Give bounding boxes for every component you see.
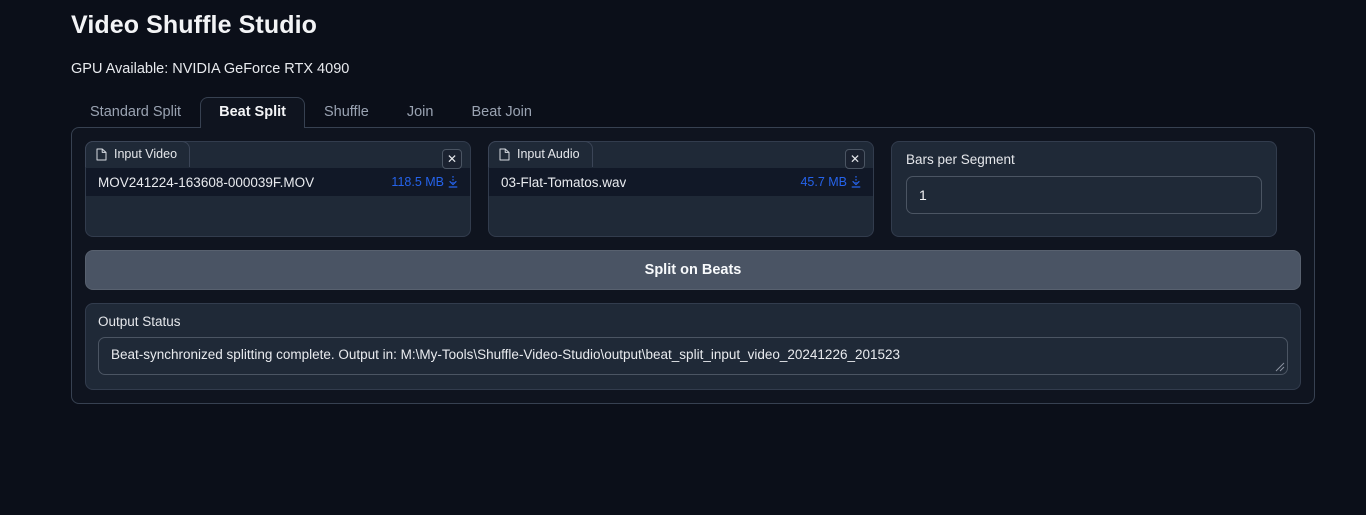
input-video-tab-label: Input Video <box>114 147 178 161</box>
download-icon <box>448 176 458 188</box>
input-video-dropzone[interactable]: Input Video ✕ MOV241224-163608-000039F.M… <box>85 141 471 237</box>
input-audio-file-size: 45.7 MB <box>800 175 847 189</box>
tab-shuffle[interactable]: Shuffle <box>305 97 388 128</box>
tab-standard-split[interactable]: Standard Split <box>71 97 200 128</box>
download-icon <box>851 176 861 188</box>
tab-beat-split[interactable]: Beat Split <box>200 97 305 129</box>
input-audio-file-row: 03-Flat-Tomatos.wav 45.7 MB <box>489 168 873 196</box>
input-audio-close-icon[interactable]: ✕ <box>845 149 865 169</box>
input-audio-download[interactable]: 45.7 MB <box>800 175 861 189</box>
resize-handle-icon <box>1275 362 1285 372</box>
tab-bar: Standard Split Beat Split Shuffle Join B… <box>71 97 551 129</box>
file-icon <box>499 148 510 161</box>
inputs-row: Input Video ✕ MOV241224-163608-000039F.M… <box>85 141 1301 237</box>
input-video-close-icon[interactable]: ✕ <box>442 149 462 169</box>
bars-per-segment-label: Bars per Segment <box>906 152 1015 167</box>
input-video-download[interactable]: 118.5 MB <box>391 175 458 189</box>
input-audio-file-name: 03-Flat-Tomatos.wav <box>501 174 627 190</box>
input-audio-header: Input Audio <box>488 141 593 167</box>
gpu-status-text: GPU Available: NVIDIA GeForce RTX 4090 <box>71 61 350 77</box>
split-on-beats-button[interactable]: Split on Beats <box>85 250 1301 290</box>
file-icon <box>96 148 107 161</box>
input-video-header: Input Video <box>85 141 191 167</box>
bars-per-segment-input[interactable] <box>906 176 1262 214</box>
input-audio-dropzone[interactable]: Input Audio ✕ 03-Flat-Tomatos.wav 45.7 M… <box>488 141 874 237</box>
output-status-text: Beat-synchronized splitting complete. Ou… <box>111 347 901 362</box>
input-video-file-name: MOV241224-163608-000039F.MOV <box>98 174 315 190</box>
tab-join[interactable]: Join <box>388 97 453 128</box>
page-title: Video Shuffle Studio <box>71 11 317 39</box>
app-root: Video Shuffle Studio GPU Available: NVID… <box>0 0 1366 515</box>
beat-split-panel: Input Video ✕ MOV241224-163608-000039F.M… <box>71 127 1315 404</box>
output-status-label: Output Status <box>98 314 181 329</box>
input-audio-tab-label: Input Audio <box>517 147 580 161</box>
bars-per-segment-panel: Bars per Segment <box>891 141 1277 237</box>
tab-beat-join[interactable]: Beat Join <box>452 97 550 128</box>
input-video-file-size: 118.5 MB <box>391 175 444 189</box>
input-video-file-row: MOV241224-163608-000039F.MOV 118.5 MB <box>86 168 470 196</box>
output-status-textarea[interactable]: Beat-synchronized splitting complete. Ou… <box>98 337 1288 375</box>
output-status-panel: Output Status Beat-synchronized splittin… <box>85 303 1301 390</box>
